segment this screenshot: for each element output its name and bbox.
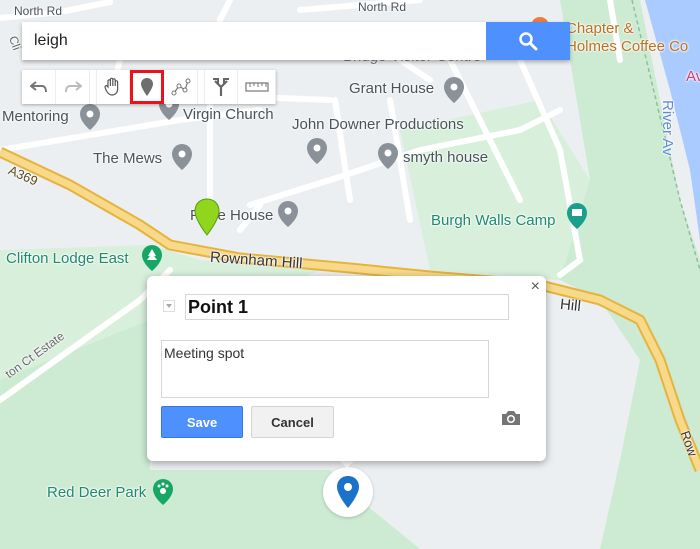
cancel-button[interactable]: Cancel — [251, 406, 334, 438]
place-label: Holmes Coffee Co — [566, 38, 689, 55]
place-label: Mentoring — [2, 108, 69, 125]
undo-icon — [29, 81, 47, 93]
ruler-icon — [244, 82, 269, 92]
search-bar — [22, 22, 570, 60]
search-input[interactable] — [22, 22, 486, 60]
water-label: River Av — [659, 100, 676, 156]
marker-icon — [140, 78, 153, 96]
save-button[interactable]: Save — [161, 406, 243, 438]
place-label: The Mews — [93, 150, 163, 167]
measure-button[interactable] — [238, 70, 276, 104]
selected-marker-icon[interactable] — [336, 475, 360, 509]
new-marker-icon[interactable] — [194, 198, 220, 236]
place-label: John Downer Productions — [292, 116, 464, 133]
pan-button[interactable] — [96, 70, 130, 104]
redo-button[interactable] — [56, 70, 90, 104]
search-icon — [519, 32, 538, 51]
camera-icon[interactable] — [500, 409, 522, 427]
place-label: smyth house — [403, 149, 489, 166]
road-label: Hill — [559, 295, 582, 316]
place-label: Clifton Lodge East — [6, 250, 129, 267]
search-button[interactable] — [486, 22, 570, 60]
marker-edit-popup: × Meeting spot Save Cancel — [147, 276, 546, 461]
place-label: Grant House — [349, 80, 435, 97]
undo-button[interactable] — [22, 70, 56, 104]
close-icon[interactable]: × — [531, 278, 540, 296]
place-label: Burgh Walls Camp — [431, 212, 556, 229]
place-label: Av — [686, 68, 700, 85]
place-label: North Rd — [358, 0, 407, 14]
marker-title-input[interactable] — [185, 294, 509, 320]
dropdown-icon[interactable] — [163, 300, 175, 312]
hand-icon — [104, 77, 119, 96]
directions-button[interactable] — [204, 70, 238, 104]
draw-line-button[interactable] — [164, 70, 198, 104]
marker-description-input[interactable]: Meeting spot — [161, 340, 489, 398]
place-label: North Rd — [14, 4, 63, 18]
place-label: Chapter & — [566, 20, 634, 37]
place-label: Red Deer Park — [47, 484, 147, 501]
place-label: Virgin Church — [183, 106, 274, 123]
map-toolbar — [22, 70, 276, 104]
redo-icon — [64, 81, 82, 93]
draw-line-icon — [171, 78, 190, 96]
add-marker-button[interactable] — [130, 70, 164, 104]
directions-icon — [213, 78, 229, 96]
